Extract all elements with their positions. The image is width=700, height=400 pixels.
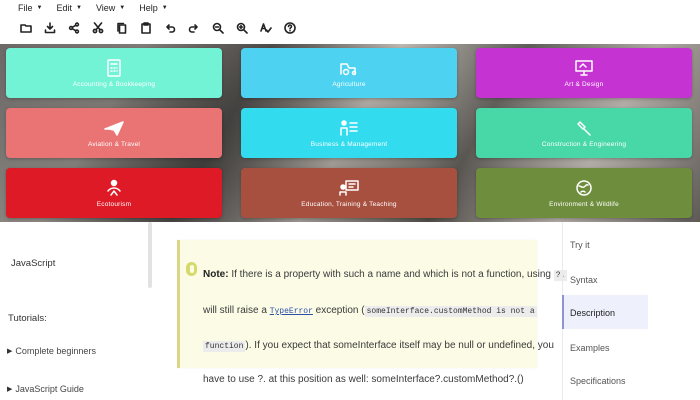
spellcheck-icon — [260, 21, 272, 39]
undo-button[interactable] — [158, 19, 182, 41]
category-tile-agriculture[interactable]: Agriculture — [241, 48, 457, 98]
note-code: function — [203, 341, 246, 352]
note-line-3: function). If you expect that someInterf… — [203, 340, 554, 352]
share-button[interactable] — [62, 19, 86, 41]
cut-button[interactable] — [86, 19, 110, 41]
tractor-icon — [338, 59, 360, 77]
airplane-icon — [103, 119, 125, 137]
sidebar-link-javascript-guide[interactable]: ▶ JavaScript Guide — [7, 384, 84, 394]
undo-icon — [164, 21, 176, 39]
paste-icon — [140, 21, 152, 39]
note-line-4: have to use ?. at this position as well:… — [203, 374, 524, 385]
monitor-icon — [573, 59, 595, 77]
note-text: ). If you expect that someInterface itse… — [245, 340, 554, 351]
typeerror-link[interactable]: TypeError — [270, 307, 313, 316]
zoom-out-icon — [212, 21, 224, 39]
teacher-icon — [338, 179, 360, 197]
note-line-2: will still raise a TypeError exception (… — [203, 305, 537, 317]
menu-help-label: Help — [139, 3, 158, 13]
calculator-icon — [103, 58, 125, 77]
note-label: Note: — [203, 269, 229, 280]
globe-icon — [573, 179, 595, 197]
category-label: Ecotourism — [96, 200, 132, 208]
toolbar — [0, 17, 700, 43]
menu-file-label: File — [18, 3, 33, 13]
menu-bar: File ▼ Edit ▼ View ▼ Help ▼ — [0, 0, 700, 16]
category-label: Business & Management — [310, 140, 388, 148]
category-tile-art-design[interactable]: Art & Design — [476, 48, 692, 98]
category-label: Art & Design — [564, 80, 604, 88]
category-label: Accounting & Bookkeeping — [72, 80, 156, 88]
note-text: have to use ?. at this position as well:… — [203, 374, 524, 385]
note-line-1: Note: If there is a property with such a… — [203, 269, 568, 281]
paste-button[interactable] — [134, 19, 158, 41]
toc-item-examples[interactable]: Examples — [570, 343, 610, 353]
sidebar-heading-tutorials: Tutorials: — [8, 313, 47, 324]
hiker-icon — [103, 179, 125, 197]
page: File ▼ Edit ▼ View ▼ Help ▼ Accounting & Boo… — [0, 0, 700, 400]
cut-icon — [92, 21, 104, 39]
caret-down-icon: ▼ — [119, 5, 126, 11]
zoom-in-icon — [236, 21, 248, 39]
category-tile-construction[interactable]: Construction & Engineering — [476, 108, 692, 158]
copy-icon — [116, 21, 128, 39]
share-icon — [68, 21, 80, 39]
toc-item-syntax[interactable]: Syntax — [570, 275, 598, 285]
open-button[interactable] — [14, 19, 38, 41]
toc-item-description[interactable]: Description — [570, 308, 615, 318]
zoom-in-button[interactable] — [230, 19, 254, 41]
toc-item-specifications[interactable]: Specifications — [570, 376, 626, 386]
download-button[interactable] — [38, 19, 62, 41]
sidebar-title: JavaScript — [11, 258, 56, 269]
caret-right-icon: ▶ — [7, 348, 13, 355]
note-text: If there is a property with such a name … — [228, 269, 554, 280]
sidebar-link-label: Complete beginners — [15, 346, 96, 356]
spellcheck-button[interactable] — [254, 19, 278, 41]
note-text: exception ( — [312, 305, 365, 316]
category-label: Education, Training & Teaching — [301, 200, 397, 208]
menu-edit[interactable]: Edit ▼ — [56, 3, 81, 13]
caret-down-icon: ▼ — [36, 5, 43, 11]
menu-edit-label: Edit — [56, 3, 72, 13]
menu-view[interactable]: View ▼ — [96, 3, 125, 13]
menu-file[interactable]: File ▼ — [18, 3, 42, 13]
note-text: will still raise a — [203, 305, 270, 316]
folder-icon — [20, 21, 32, 39]
category-tile-accounting[interactable]: Accounting & Bookkeeping — [6, 48, 222, 98]
redo-icon — [188, 21, 200, 39]
caret-down-icon: ▼ — [161, 5, 168, 11]
toc-item-try-it[interactable]: Try it — [570, 240, 590, 250]
menu-help[interactable]: Help ▼ — [139, 3, 167, 13]
business-icon — [338, 119, 360, 137]
zoom-out-button[interactable] — [206, 19, 230, 41]
category-tile-education[interactable]: Education, Training & Teaching — [241, 168, 457, 218]
right-sidebar-toc: Try it Syntax Description Examples Speci… — [562, 222, 700, 400]
sidebar-scrollbar[interactable] — [148, 222, 152, 288]
info-icon — [186, 262, 197, 276]
category-label: Agriculture — [332, 80, 366, 88]
caret-down-icon: ▼ — [75, 5, 82, 11]
category-tile-environment[interactable]: Environment & Wildlife — [476, 168, 692, 218]
category-tile-ecotourism[interactable]: Ecotourism — [6, 168, 222, 218]
help-button[interactable] — [278, 19, 302, 41]
note-code: someInterface.customMethod is not a — [364, 306, 537, 317]
category-tile-aviation[interactable]: Aviation & Travel — [6, 108, 222, 158]
category-label: Construction & Engineering — [541, 140, 627, 148]
menu-view-label: View — [95, 3, 116, 13]
category-label: Aviation & Travel — [87, 140, 141, 148]
left-sidebar: JavaScript Tutorials: ▶ Complete beginne… — [0, 222, 150, 400]
download-icon — [44, 21, 56, 39]
category-label: Environment & Wildlife — [549, 200, 619, 208]
copy-button[interactable] — [110, 19, 134, 41]
sidebar-link-complete-beginners[interactable]: ▶ Complete beginners — [7, 346, 96, 356]
caret-right-icon: ▶ — [7, 386, 13, 393]
category-tile-business[interactable]: Business & Management — [241, 108, 457, 158]
help-icon — [284, 21, 296, 39]
redo-button[interactable] — [182, 19, 206, 41]
sidebar-link-label: JavaScript Guide — [15, 384, 84, 394]
tools-icon — [573, 119, 595, 137]
